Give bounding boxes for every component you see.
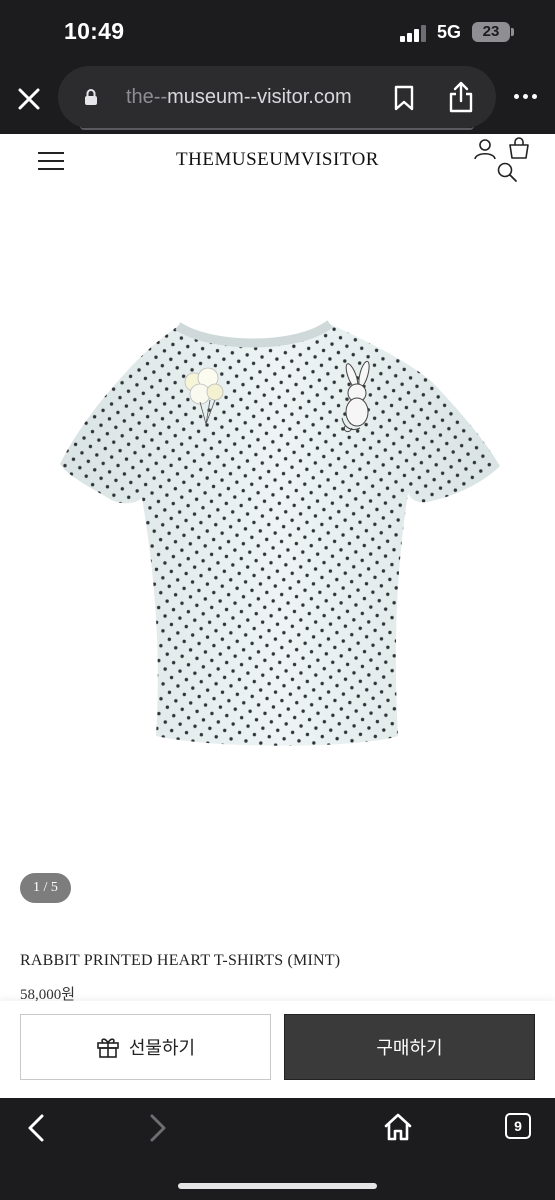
home-indicator <box>178 1183 377 1189</box>
gift-button-label: 선물하기 <box>128 1038 196 1059</box>
network-label: 5G <box>437 22 462 42</box>
more-menu-icon[interactable] <box>512 94 540 102</box>
forward-icon[interactable] <box>144 1112 170 1144</box>
browser-toolbar: 9 <box>0 1098 555 1200</box>
product-image[interactable] <box>60 318 500 750</box>
home-icon[interactable] <box>383 1112 413 1142</box>
battery-tip <box>511 28 514 36</box>
bookmark-icon[interactable] <box>392 84 416 112</box>
page-load-indicator <box>80 126 474 130</box>
status-time: 10:49 <box>64 18 125 44</box>
close-icon[interactable] <box>14 84 44 114</box>
site-header: THEMUSEUMVISITOR <box>0 134 555 190</box>
url-prefix: the-- <box>126 86 168 108</box>
status-bar: 10:49 5G 23 <box>0 0 555 66</box>
gift-button[interactable]: 선물하기 <box>20 1014 271 1080</box>
url-text[interactable]: the--museum--visitor.com <box>126 86 352 109</box>
slide-counter: 1 / 5 <box>20 873 71 903</box>
back-icon[interactable] <box>24 1112 50 1144</box>
share-icon[interactable] <box>446 80 476 114</box>
shopping-bag-icon[interactable] <box>507 136 531 160</box>
tabs-button[interactable]: 9 <box>505 1113 531 1139</box>
url-domain: museum--visitor.com <box>167 86 352 108</box>
battery-level: 23 <box>482 23 500 40</box>
product-title: RABBIT PRINTED HEART T-SHIRTS (MINT) <box>20 952 341 969</box>
signal-icon <box>400 25 428 42</box>
battery-icon: 23 <box>472 22 510 42</box>
purchase-action-bar: 선물하기 구매하기 <box>0 1001 555 1098</box>
lock-icon <box>85 89 97 105</box>
site-logo[interactable]: THEMUSEUMVISITOR <box>0 149 555 171</box>
browser-bar: the--museum--visitor.com <box>0 66 555 134</box>
user-icon[interactable] <box>473 137 497 161</box>
buy-button[interactable]: 구매하기 <box>284 1014 535 1080</box>
search-icon[interactable] <box>496 161 518 183</box>
buy-button-label: 구매하기 <box>376 1038 443 1059</box>
gift-icon <box>97 1038 119 1058</box>
